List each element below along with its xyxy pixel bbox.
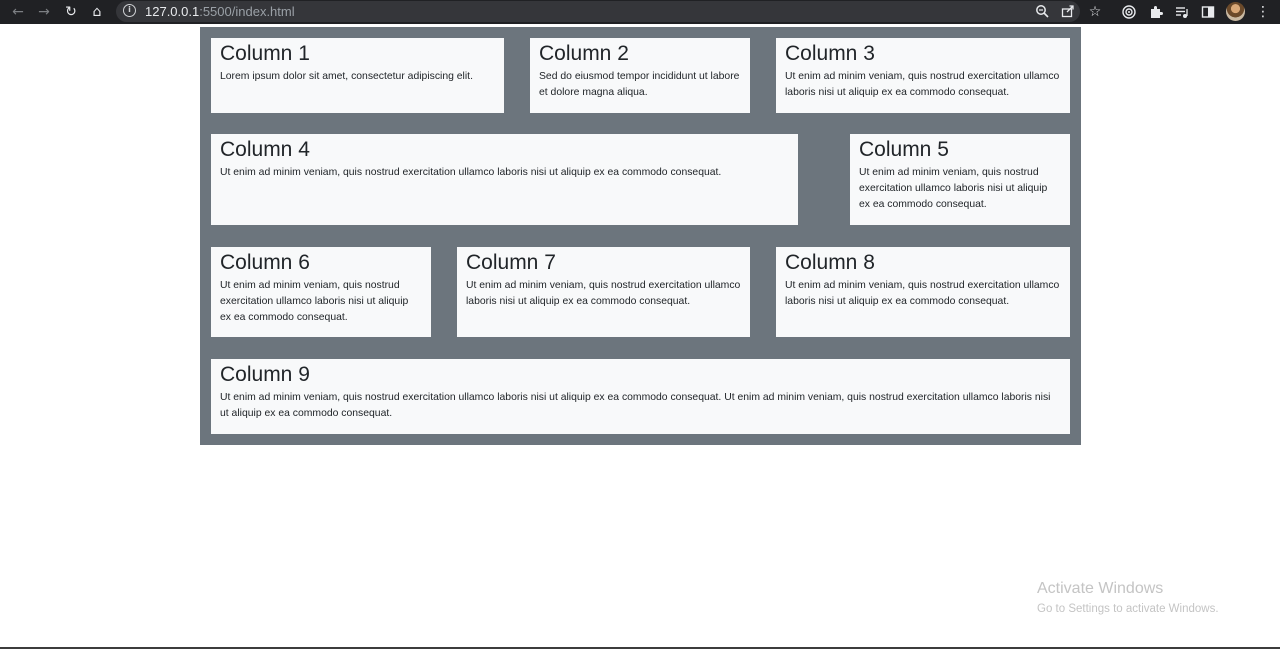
column-title: Column 6 [220, 251, 310, 274]
column-title: Column 9 [220, 363, 310, 386]
column-card-2: Column 2 Sed do eiusmod tempor incididun… [530, 38, 750, 113]
forward-arrow-icon[interactable]: → [34, 2, 54, 22]
site-info-icon[interactable]: i [123, 4, 136, 17]
reload-icon[interactable]: ↻ [61, 2, 81, 22]
column-card-4: Column 4 Ut enim ad minim veniam, quis n… [211, 134, 798, 225]
column-text: Ut enim ad minim veniam, quis nostrud ex… [785, 71, 1060, 98]
column-text: Ut enim ad minim veniam, quis nostrud ex… [220, 392, 1051, 419]
column-text: Ut enim ad minim veniam, quis nostrud ex… [785, 280, 1060, 307]
column-text: Ut enim ad minim veniam, quis nostrud ex… [220, 280, 409, 323]
extension-target-icon[interactable] [1119, 2, 1139, 22]
column-title: Column 8 [785, 251, 875, 274]
column-title: Column 3 [785, 42, 875, 65]
column-text: Sed do eiusmod tempor incididunt ut labo… [539, 71, 740, 98]
side-panel-icon[interactable] [1198, 2, 1218, 22]
back-arrow-icon[interactable]: ← [8, 2, 28, 22]
media-queue-icon[interactable] [1172, 2, 1192, 22]
extensions-puzzle-icon[interactable] [1146, 2, 1166, 22]
profile-avatar[interactable] [1226, 2, 1245, 21]
url-path: :5500/index.html [199, 4, 295, 19]
column-title: Column 4 [220, 138, 310, 161]
column-card-8: Column 8 Ut enim ad minim veniam, quis n… [776, 247, 1070, 337]
column-title: Column 5 [859, 138, 949, 161]
column-title: Column 2 [539, 42, 629, 65]
grid-container: Column 1 Lorem ipsum dolor sit amet, con… [200, 27, 1081, 445]
column-card-3: Column 3 Ut enim ad minim veniam, quis n… [776, 38, 1070, 113]
menu-kebab-icon[interactable]: ⋮ [1253, 2, 1273, 22]
bookmark-star-icon[interactable]: ☆ [1085, 2, 1105, 22]
column-card-6: Column 6 Ut enim ad minim veniam, quis n… [211, 247, 431, 337]
column-text: Ut enim ad minim veniam, quis nostrud ex… [859, 167, 1048, 210]
column-title: Column 1 [220, 42, 310, 65]
column-text: Lorem ipsum dolor sit amet, consectetur … [220, 71, 473, 82]
address-url[interactable]: 127.0.0.1:5500/index.html [145, 4, 295, 19]
browser-toolbar: ← → ↻ ⌂ i 127.0.0.1:5500/index.html ☆ ⋮ [0, 0, 1280, 24]
column-card-5: Column 5 Ut enim ad minim veniam, quis n… [850, 134, 1070, 225]
share-icon[interactable] [1058, 1, 1078, 21]
column-text: Ut enim ad minim veniam, quis nostrud ex… [466, 280, 741, 307]
column-card-7: Column 7 Ut enim ad minim veniam, quis n… [457, 247, 750, 337]
home-icon[interactable]: ⌂ [87, 2, 107, 22]
address-bar[interactable]: i 127.0.0.1:5500/index.html [116, 1, 1080, 22]
column-card-9: Column 9 Ut enim ad minim veniam, quis n… [211, 359, 1070, 434]
activate-windows-title: Activate Windows [1037, 580, 1164, 597]
column-text: Ut enim ad minim veniam, quis nostrud ex… [220, 167, 722, 178]
activate-windows-subtitle: Go to Settings to activate Windows. [1037, 603, 1219, 615]
column-card-1: Column 1 Lorem ipsum dolor sit amet, con… [211, 38, 504, 113]
url-host: 127.0.0.1 [145, 4, 200, 19]
zoom-icon[interactable] [1032, 1, 1052, 21]
column-title: Column 7 [466, 251, 556, 274]
